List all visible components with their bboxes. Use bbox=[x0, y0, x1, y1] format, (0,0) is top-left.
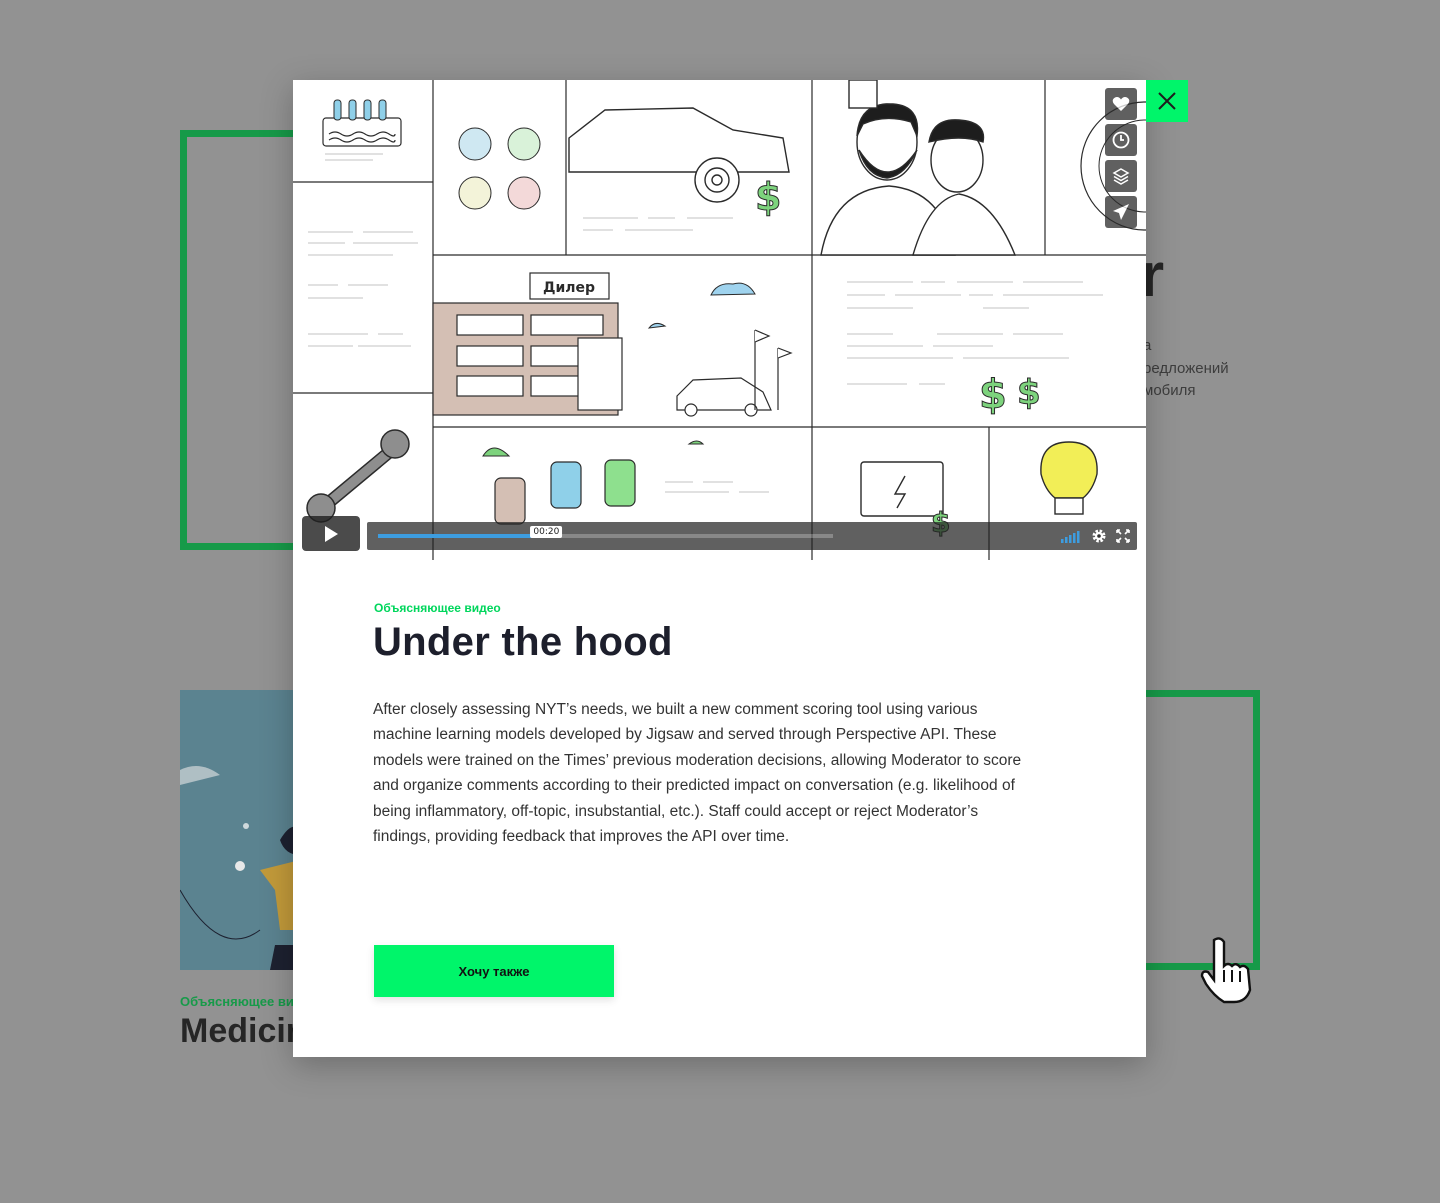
video-control-bar: 00:20 bbox=[367, 522, 1137, 550]
modal-title: Under the hood bbox=[373, 620, 673, 664]
svg-text:$: $ bbox=[755, 175, 781, 219]
background-card-title: Medicir bbox=[180, 1012, 300, 1050]
background-card-eyebrow: Объясняющее ви bbox=[180, 994, 294, 1009]
modal-body-text: After closely assessing NYT’s needs, we … bbox=[373, 701, 1022, 846]
modal-eyebrow: Объясняющее видео bbox=[374, 601, 501, 615]
play-icon bbox=[325, 525, 338, 542]
video-frame-illustration: $ Дилер $ $ bbox=[293, 80, 1146, 560]
cta-button[interactable]: Хочу также bbox=[374, 945, 614, 997]
close-button[interactable] bbox=[1146, 80, 1188, 122]
close-icon bbox=[1158, 92, 1176, 110]
play-button[interactable] bbox=[302, 516, 360, 551]
hand-cursor-icon bbox=[1200, 937, 1252, 1004]
layers-icon[interactable] bbox=[1105, 160, 1137, 192]
time-tooltip: 00:20 bbox=[530, 526, 563, 538]
heart-icon[interactable] bbox=[1105, 88, 1137, 120]
svg-text:$: $ bbox=[979, 372, 1007, 418]
volume-icon[interactable] bbox=[1061, 529, 1083, 543]
progress-fill bbox=[378, 534, 547, 538]
video-side-actions bbox=[1105, 88, 1137, 228]
background-text-fragment: а редложений мобиля bbox=[1143, 337, 1229, 399]
video-modal: $ Дилер $ $ 00:20 Объясняющее видео Unde… bbox=[293, 80, 1146, 1057]
clock-icon[interactable] bbox=[1105, 124, 1137, 156]
video-player[interactable]: $ Дилер $ $ 00:20 bbox=[293, 80, 1146, 560]
progress-bar[interactable]: 00:20 bbox=[378, 526, 833, 538]
send-icon[interactable] bbox=[1105, 196, 1137, 228]
fullscreen-icon[interactable] bbox=[1116, 529, 1130, 543]
svg-text:$: $ bbox=[1017, 373, 1041, 413]
dealer-sign: Дилер bbox=[543, 280, 595, 296]
gear-icon[interactable] bbox=[1091, 528, 1107, 544]
